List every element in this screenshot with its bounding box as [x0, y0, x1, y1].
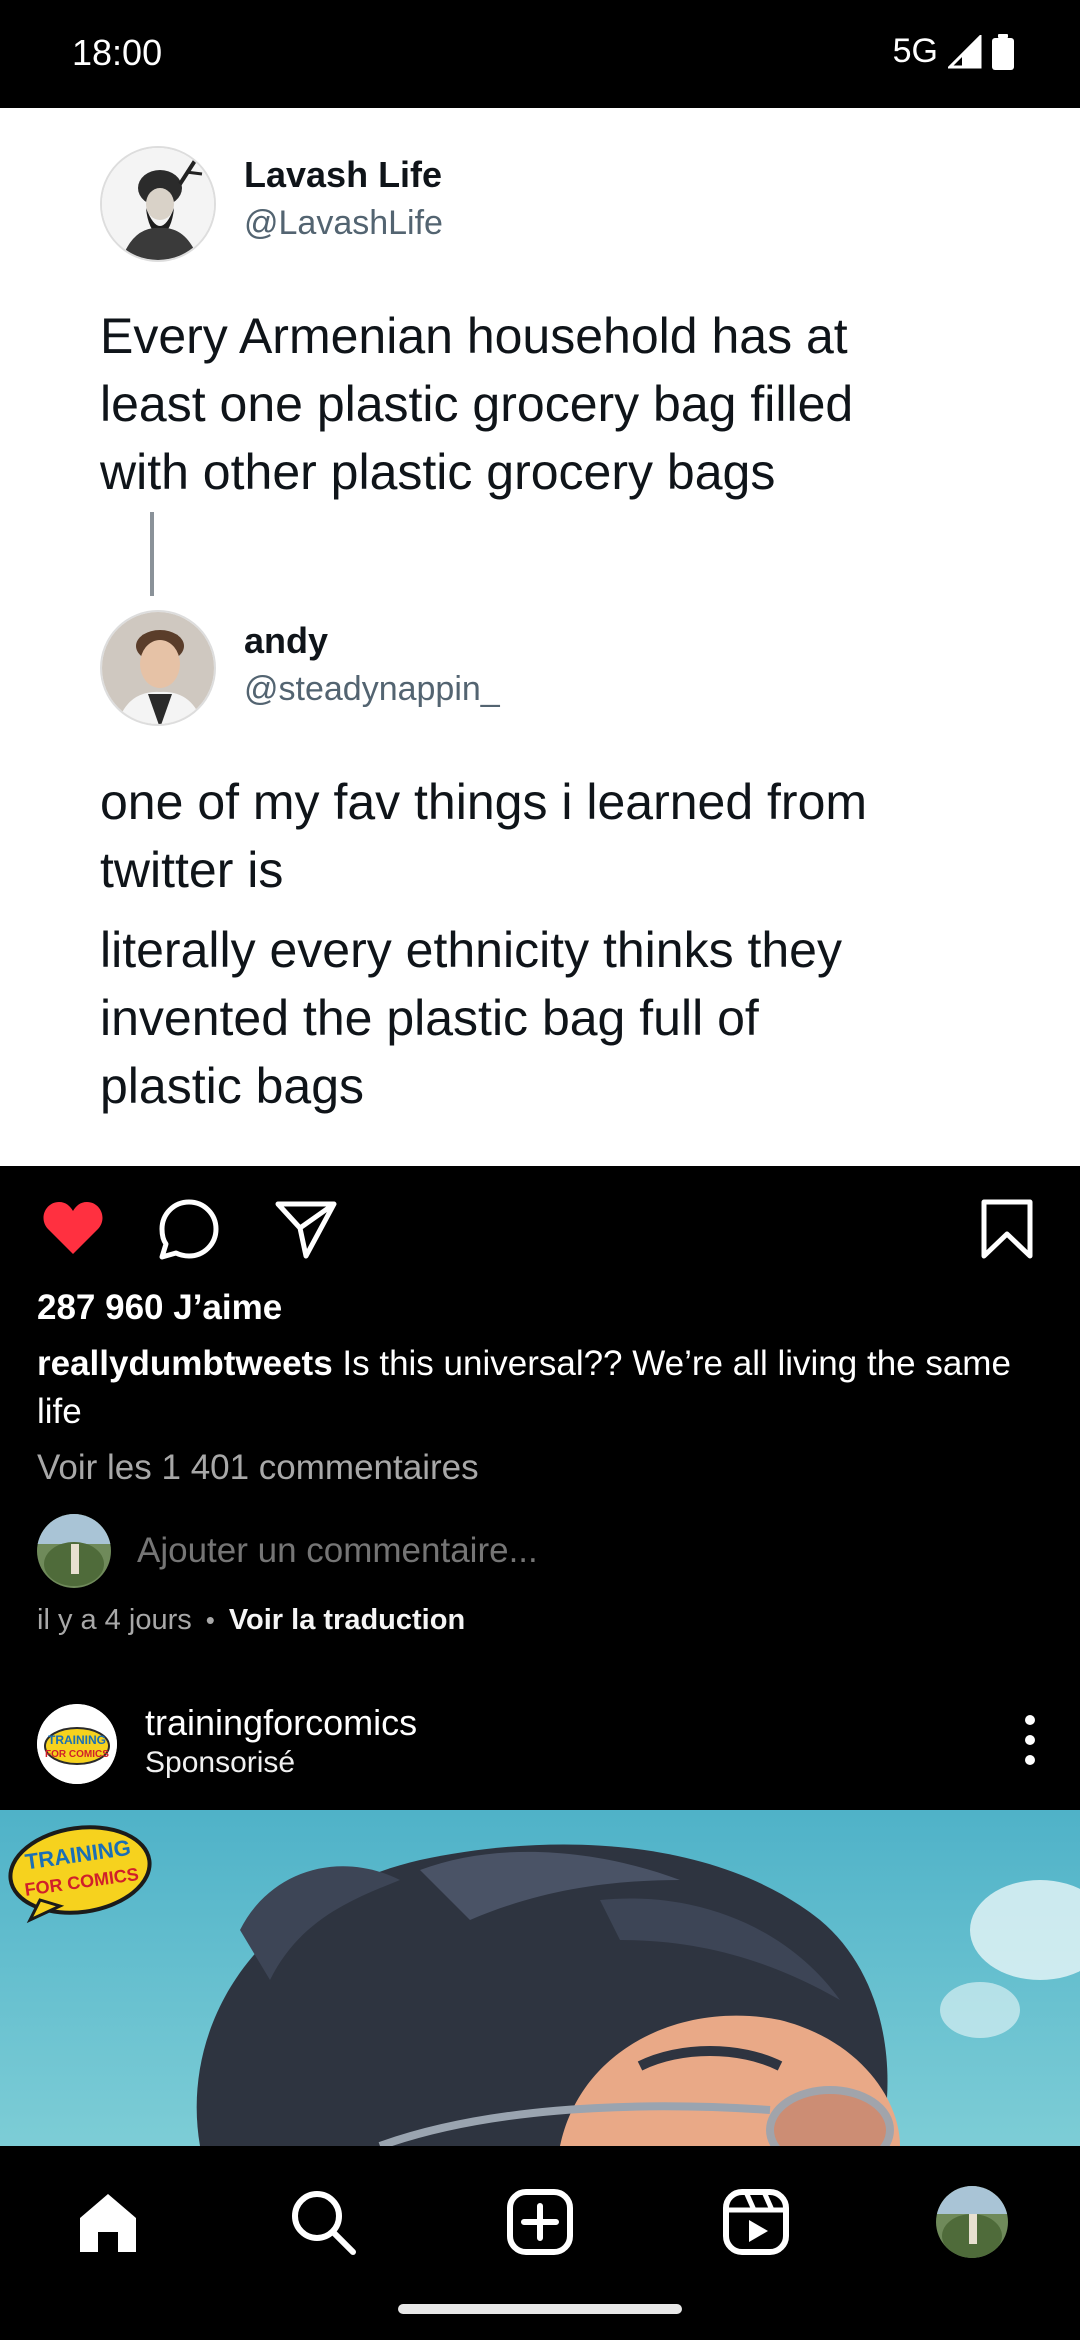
- search-icon[interactable]: [287, 2186, 359, 2258]
- tweet-text-line: with other plastic grocery bags: [100, 444, 776, 500]
- comment-icon[interactable]: [156, 1196, 222, 1262]
- post-meta: il y a 4 jours • Voir la traduction: [37, 1604, 465, 1637]
- gesture-home-bar[interactable]: [398, 2304, 682, 2314]
- profile-avatar[interactable]: [936, 2186, 1008, 2258]
- status-bar: 18:00 5G: [0, 0, 1080, 108]
- create-icon[interactable]: [504, 2186, 576, 2258]
- meta-separator: •: [205, 1605, 215, 1635]
- reply-text-line: one of my fav things i learned from: [100, 774, 868, 830]
- reply-text-line: twitter is: [100, 842, 284, 898]
- reply-text-line: plastic bags: [100, 1058, 365, 1114]
- tweet-author-handle: @LavashLife: [244, 204, 443, 242]
- likes-count[interactable]: 287 960 J’aime: [37, 1288, 282, 1328]
- sponsored-label: Sponsorisé: [145, 1746, 296, 1779]
- add-comment-row: [37, 1514, 837, 1588]
- home-icon[interactable]: [72, 2186, 144, 2258]
- sponsor-account-name[interactable]: trainingforcomics: [145, 1702, 417, 1744]
- share-icon[interactable]: [272, 1196, 338, 1262]
- thread-connector-line: [150, 512, 154, 596]
- post-time: il y a 4 jours: [37, 1604, 192, 1636]
- tweet-text-line: least one plastic grocery bag filled: [100, 376, 854, 432]
- comment-input[interactable]: [137, 1531, 837, 1571]
- post-caption: reallydumbtweets Is this universal?? We’…: [37, 1340, 1037, 1436]
- view-comments-link[interactable]: Voir les 1 401 commentaires: [37, 1448, 479, 1488]
- reply-text-line: literally every ethnicity thinks they: [100, 922, 842, 978]
- signal-icon: [948, 34, 982, 68]
- reply-text: one of my fav things i learned from twit…: [100, 768, 1000, 1120]
- sponsor-avatar[interactable]: TRAINING FOR COMICS: [37, 1704, 117, 1784]
- bookmark-icon[interactable]: [974, 1196, 1040, 1262]
- reply-author-name: andy: [244, 620, 329, 661]
- status-indicators: 5G: [893, 32, 1014, 71]
- tweet-author-avatar: [100, 146, 216, 262]
- reply-author-avatar: [100, 610, 216, 726]
- heart-icon[interactable]: [40, 1196, 106, 1262]
- tweet-text: Every Armenian household has at least on…: [100, 302, 1000, 506]
- reply-author-handle: @steadynappin_: [244, 670, 500, 708]
- sponsor-logo-text: FOR COMICS: [45, 1749, 109, 1760]
- reels-icon[interactable]: [720, 2186, 792, 2258]
- status-time: 18:00: [72, 32, 163, 73]
- current-user-avatar: [37, 1514, 111, 1588]
- reply-text-line: invented the plastic bag full of: [100, 990, 759, 1046]
- sponsored-post-image[interactable]: TRAINING FOR COMICS: [0, 1810, 1080, 2146]
- sponsored-post-header: TRAINING FOR COMICS trainingforcomics Sp…: [0, 1690, 1080, 1810]
- post-actions: [0, 1166, 1080, 1290]
- more-options-icon[interactable]: [1018, 1710, 1042, 1770]
- network-type: 5G: [892, 32, 938, 70]
- battery-icon: [992, 33, 1014, 70]
- tweet-author-name: Lavash Life: [244, 154, 443, 195]
- tweet-text-line: Every Armenian household has at: [100, 308, 848, 364]
- translate-link[interactable]: Voir la traduction: [229, 1604, 465, 1637]
- post-image-tweet-screenshot[interactable]: Lavash Life @LavashLife Every Armenian h…: [0, 108, 1080, 1166]
- caption-username[interactable]: reallydumbtweets: [37, 1344, 333, 1383]
- sponsor-logo-text: TRAINING: [48, 1733, 106, 1747]
